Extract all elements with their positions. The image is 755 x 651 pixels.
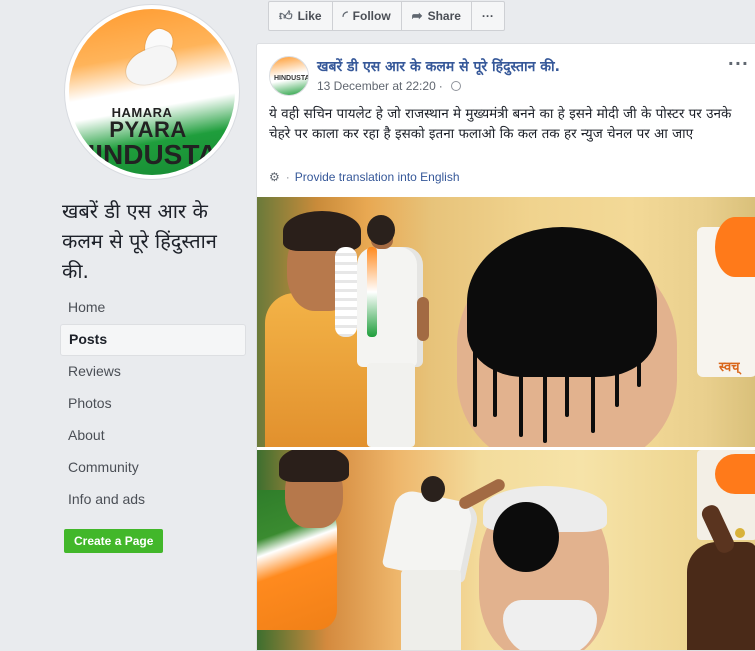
photo-poster-party-emblem (715, 454, 755, 494)
post-options-button[interactable]: ··· (728, 54, 749, 73)
photo-poster-woman-hair (283, 211, 361, 251)
post-author-name[interactable]: खबरें डी एस आर के कलम से पूरे हिंदुस्तान… (317, 57, 560, 76)
nav-item-about[interactable]: About (60, 420, 246, 452)
photo-poster-party-emblem (715, 217, 755, 277)
nav-item-posts[interactable]: Posts (60, 324, 246, 356)
share-icon: ➦ (411, 8, 423, 23)
follow-icon: ◜ (342, 8, 348, 23)
gear-icon[interactable]: ⚙ (269, 170, 280, 184)
like-button[interactable]: 👍︎ Like (268, 1, 333, 31)
profile-picture-artwork: HAMARA PYARA HINDUSTAN (69, 9, 235, 175)
page-nav: Home Posts Reviews Photos About Communit… (60, 292, 246, 516)
follow-label: Follow (352, 9, 391, 23)
ink-drip (591, 347, 595, 433)
post-card: HINDUSTAN खबरें डी एस आर के कलम से पूरे … (256, 43, 755, 651)
photo-man-head (421, 476, 445, 502)
page-profile-picture[interactable]: HAMARA PYARA HINDUSTAN (64, 4, 240, 180)
ink-drip (519, 357, 523, 437)
page-action-bar: 👍︎ Like ◜ Follow ➦ Share ··· (268, 1, 505, 31)
photo-ring (735, 528, 745, 538)
translation-row: ⚙ · Provide translation into English (269, 170, 460, 184)
ink-drip (473, 337, 477, 427)
translate-link[interactable]: Provide translation into English (295, 170, 460, 184)
create-page-button[interactable]: Create a Page (64, 529, 164, 553)
ink-drip (565, 357, 569, 417)
nav-item-info-and-ads[interactable]: Info and ads (60, 484, 246, 516)
photo-man-arm (417, 297, 429, 341)
photo-poster-text: स्वच् (719, 360, 740, 375)
page-title[interactable]: खबरें डी एस आर के कलम से पूरे हिंदुस्तान… (62, 196, 248, 286)
avatar-text-line-3: HINDUSTAN (75, 139, 235, 170)
page-sidebar: HAMARA PYARA HINDUSTAN खबरें डी एस आर के… (0, 0, 256, 651)
photo-man-legs (367, 363, 415, 447)
dove-graphic (121, 41, 181, 91)
nav-item-reviews[interactable]: Reviews (60, 356, 246, 388)
photo-man-head (367, 215, 395, 245)
post-text: ये वही सचिन पायलेट हे जो राजस्थान मे मुख… (269, 106, 732, 142)
photo-ink-splash (493, 502, 559, 572)
photo-hand (687, 542, 755, 650)
ink-drip (543, 347, 547, 443)
ink-drip (493, 347, 497, 417)
ink-drip (615, 337, 619, 407)
post-author-avatar[interactable]: HINDUSTAN (269, 56, 309, 96)
nav-item-photos[interactable]: Photos (60, 388, 246, 420)
more-options-button[interactable]: ··· (470, 1, 505, 31)
translate-separator: · (285, 170, 290, 184)
nav-item-community[interactable]: Community (60, 452, 246, 484)
photo-man-legs (401, 570, 461, 650)
meta-separator: · (438, 79, 443, 93)
share-label: Share (427, 9, 461, 23)
like-icon: 👍︎ (279, 8, 293, 23)
more-label: ··· (481, 9, 494, 23)
like-label: Like (297, 9, 322, 23)
follow-button[interactable]: ◜ Follow (331, 1, 402, 31)
post-timestamp[interactable]: 13 December at 22:20 (317, 79, 436, 93)
globe-icon[interactable] (450, 81, 461, 91)
ink-drip (637, 327, 641, 387)
photo-poster-beard (503, 600, 597, 650)
photo-poster-flowers (335, 247, 357, 337)
nav-item-home[interactable]: Home (60, 292, 246, 324)
post-meta: 13 December at 22:20 · (317, 79, 461, 93)
post-photo-1[interactable]: स्वच् (257, 197, 755, 447)
photo-poster-woman-hair (279, 450, 349, 482)
photo-man-scarf (367, 247, 377, 337)
post-photo-2[interactable] (257, 450, 755, 650)
share-button[interactable]: ➦ Share (400, 1, 472, 31)
post-avatar-text: HINDUSTAN (274, 75, 308, 82)
